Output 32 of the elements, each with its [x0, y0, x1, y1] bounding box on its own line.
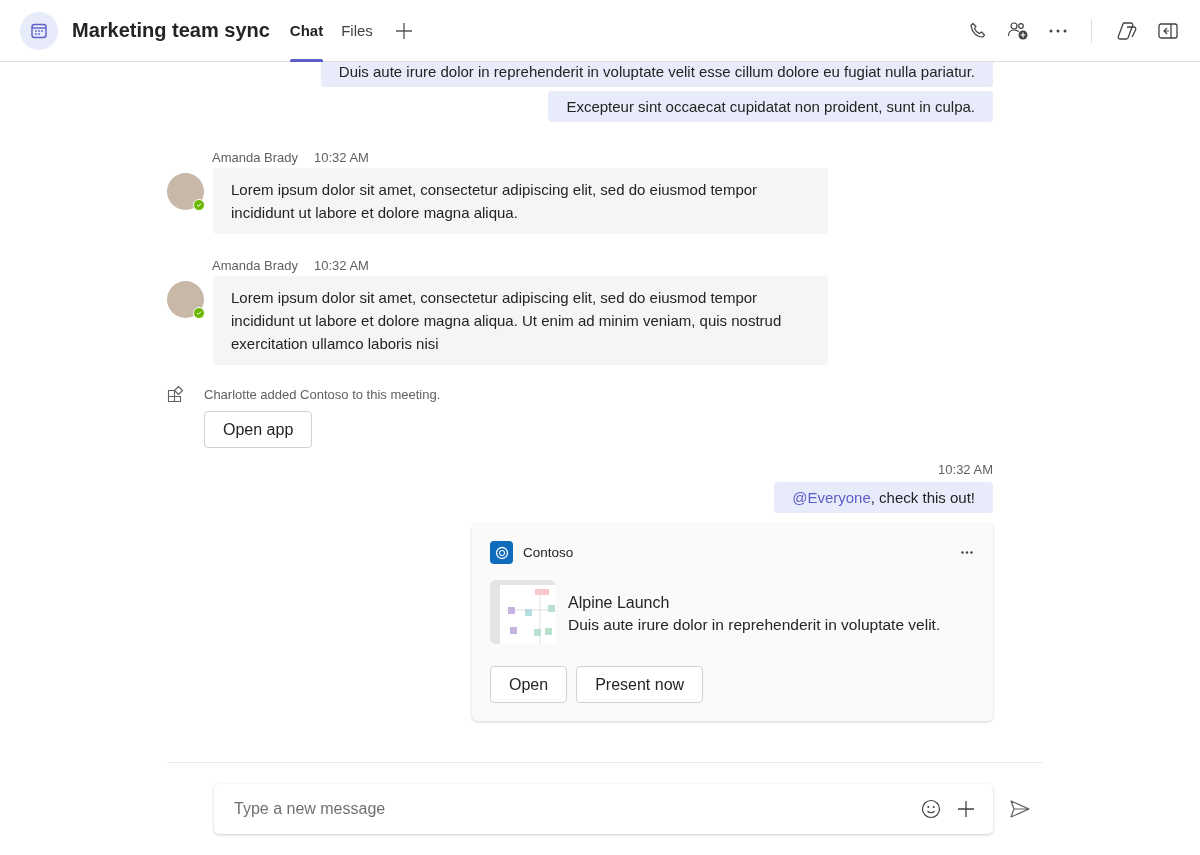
chat-title: Marketing team sync	[72, 19, 270, 42]
message-bubble: @Everyone, check this out!	[774, 482, 993, 513]
more-options-icon[interactable]	[1049, 28, 1067, 33]
card-description: Duis aute irure dolor in reprehenderit in voluptate velit.	[568, 616, 941, 634]
emoji-icon[interactable]	[921, 799, 941, 819]
message-bubble: Excepteur sint occaecat cupidatat non proident, sunt in culpa.	[548, 91, 993, 122]
app-name: Contoso	[523, 545, 575, 560]
message-time: 10:32 AM	[938, 462, 993, 477]
message-time: 10:32 AM	[314, 150, 369, 165]
copilot-icon[interactable]	[1116, 20, 1138, 41]
card-title: Alpine Launch	[568, 594, 671, 612]
card-button[interactable]: Open	[490, 666, 568, 703]
message-input[interactable]: Type a new message	[232, 799, 905, 819]
apps-icon	[167, 385, 185, 403]
message-time: 10:32 AM	[314, 258, 369, 273]
message-bubble: Lorem ipsum dolor sit amet, consectetur adipiscing elit, sed do eiusmod tempor incididunt ut labore et dolore magna aliqua.	[213, 168, 828, 234]
card-button[interactable]: Present now	[576, 666, 704, 703]
mention-link[interactable]: @Everyone	[792, 489, 871, 506]
send-icon[interactable]	[1009, 799, 1031, 819]
more-options-icon[interactable]	[961, 551, 973, 554]
add-icon[interactable]	[957, 800, 975, 818]
sender-name: Amanda Brady	[212, 150, 298, 165]
add-people-icon[interactable]	[1007, 20, 1029, 41]
system-message: Charlotte added Contoso to this meeting.	[204, 386, 441, 402]
calendar-icon	[20, 11, 58, 50]
message-bubble: Lorem ipsum dolor sit amet, consectetur adipiscing elit, sed do eiusmod tempor incididunt ut labore et dolore magna aliqua. Ut enim ad minim veniam, quis nostrud exercitation ullamco laboris nisi	[213, 276, 828, 365]
phone-icon[interactable]	[969, 21, 987, 40]
sender-name: Amanda Brady	[212, 258, 298, 273]
app-logo-icon	[490, 541, 513, 564]
add-tab-icon[interactable]	[394, 21, 413, 40]
open-app-button[interactable]: Open app	[204, 411, 313, 448]
side-panel-icon[interactable]	[1158, 21, 1178, 40]
